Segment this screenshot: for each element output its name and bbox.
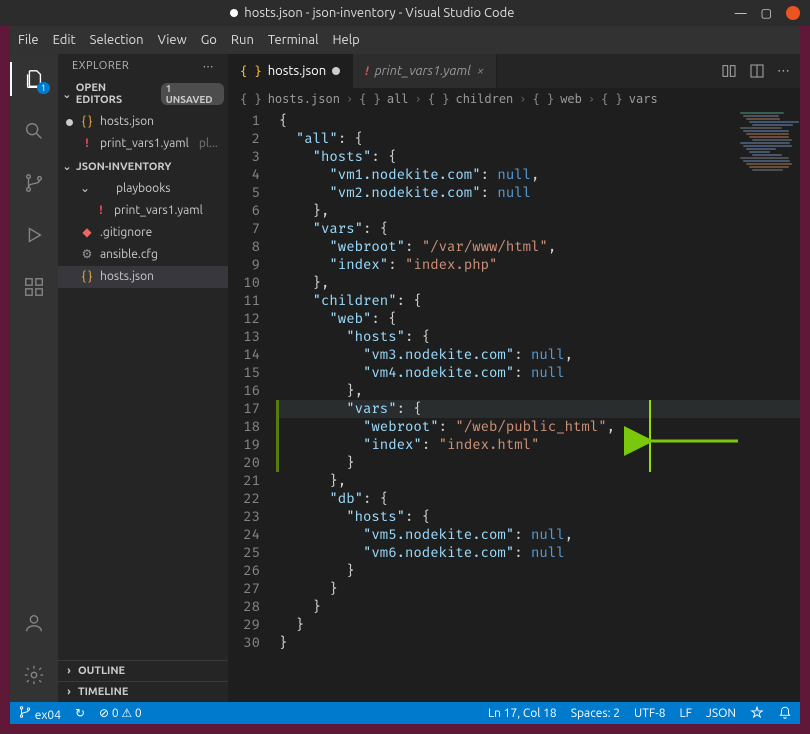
file-tree-item[interactable]: !print_vars1.yaml [58,200,228,222]
yaml-file-icon: ! [94,201,108,221]
minimap[interactable] [738,112,798,232]
yaml-file-icon: ! [365,65,368,78]
minimize-button[interactable]: — [735,7,747,20]
status-encoding[interactable]: UTF-8 [634,707,665,720]
sidebar-more-icon[interactable]: ⋯ [203,60,215,73]
close-icon[interactable]: × [477,64,484,78]
vscode-window: File Edit Selection View Go Run Terminal… [10,26,800,724]
breadcrumb-segment[interactable]: vars [629,92,658,106]
bell-icon[interactable] [778,706,792,720]
explorer-badge: 1 [37,82,50,94]
menu-file[interactable]: File [18,33,39,47]
compare-icon[interactable] [721,63,737,79]
play-bug-icon [23,224,45,246]
branch-icon [23,172,45,194]
maximize-button[interactable]: ▢ [761,6,772,20]
breadcrumb[interactable]: { }hosts.json›{ }all›{ }children›{ }web›… [228,88,800,110]
status-spaces[interactable]: Spaces: 2 [571,707,620,720]
chevron-down-icon: ⌄ [80,179,90,199]
activity-account[interactable] [10,606,58,640]
search-icon [23,120,45,142]
status-lncol[interactable]: Ln 17, Col 18 [488,707,557,720]
activity-bar: 1 [10,54,58,702]
object-icon: { } [601,92,623,106]
gear-icon [23,664,45,686]
file-tree-item[interactable]: { }hosts.json [58,266,228,288]
dirty-dot-icon [66,119,73,126]
breadcrumb-segment[interactable]: children [455,92,513,106]
menu-go[interactable]: Go [201,33,217,47]
timeline-section[interactable]: › TIMELINE [58,681,228,702]
outline-section[interactable]: › OUTLINE [58,660,228,681]
status-branch[interactable]: ex04 [18,705,61,722]
open-editor-item[interactable]: !print_vars1.yamlpl... [58,133,228,155]
annotation-arrow-icon [638,426,748,461]
open-editors-header[interactable]: ⌄ OPEN EDITORS 1 UNSAVED [58,79,228,109]
menu-run[interactable]: Run [231,33,254,47]
menu-view[interactable]: View [158,33,187,47]
user-icon [23,612,45,634]
breadcrumb-segment[interactable]: all [387,92,409,106]
activity-run-debug[interactable] [10,218,58,252]
chevron-down-icon: ⌄ [62,160,72,173]
json-file-icon: { } [240,64,262,78]
editor-group: { }hosts.json!print_vars1.yaml× ⋯ { }hos… [228,54,800,702]
feedback-icon[interactable] [750,706,764,720]
object-icon: { } [533,92,555,106]
menu-bar: File Edit Selection View Go Run Terminal… [10,26,800,54]
activity-extensions[interactable] [10,270,58,304]
chevron-right-icon: › [64,686,74,698]
activity-source-control[interactable] [10,166,58,200]
os-titlebar: hosts.json - json-inventory - Visual Stu… [0,0,810,26]
workspace-header[interactable]: ⌄ JSON-INVENTORY [58,157,228,176]
breadcrumb-segment[interactable]: web [560,92,582,106]
close-button[interactable] [786,6,800,20]
tab-bar: { }hosts.json!print_vars1.yaml× ⋯ [228,54,800,88]
status-bar: ex04 ↻ ⊘ 0 ⚠ 0 Ln 17, Col 18 Spaces: 2 U… [10,702,800,724]
chevron-down-icon: ⌄ [62,88,72,101]
git-file-icon: ◆ [80,223,94,243]
window-title: hosts.json - json-inventory - Visual Stu… [244,6,514,20]
editor-tab[interactable]: { }hosts.json [228,54,353,88]
dirty-dot-icon [332,67,340,75]
file-tree-item[interactable]: ◆.gitignore [58,222,228,244]
status-sync[interactable]: ↻ [75,706,85,720]
menu-terminal[interactable]: Terminal [268,33,319,47]
editor-tab[interactable]: !print_vars1.yaml× [353,54,497,88]
sidebar: EXPLORER ⋯ ⌄ OPEN EDITORS 1 UNSAVED { }h… [58,54,228,702]
activity-explorer[interactable]: 1 [10,62,58,96]
activity-settings[interactable] [10,658,58,692]
status-lang[interactable]: JSON [706,707,736,720]
status-problems[interactable]: ⊘ 0 ⚠ 0 [99,706,142,720]
object-icon: { } [240,92,262,106]
code-content[interactable]: { "all": { "hosts": { "vm1.nodekite.com"… [279,110,800,702]
sidebar-title: EXPLORER [72,60,129,73]
open-editors-tree: { }hosts.json!print_vars1.yamlpl... [58,109,228,157]
dirty-dot-icon [230,9,238,17]
workspace-tree: ⌄playbooks!print_vars1.yaml◆.gitignore⚙a… [58,176,228,290]
menu-edit[interactable]: Edit [53,33,76,47]
activity-search[interactable] [10,114,58,148]
more-icon[interactable]: ⋯ [777,64,790,79]
status-eol[interactable]: LF [680,707,692,720]
yaml-file-icon: ! [80,134,94,154]
file-tree-item[interactable]: ⌄playbooks [58,178,228,200]
json-file-icon: { } [80,267,94,287]
code-editor[interactable]: 1234567891011121314151617181920212223242… [228,110,800,702]
menu-help[interactable]: Help [332,33,359,47]
file-tree-item[interactable]: ⚙ansible.cfg [58,244,228,266]
object-icon: { } [428,92,450,106]
chevron-right-icon: › [64,665,74,677]
breadcrumb-segment[interactable]: hosts.json [268,92,340,106]
open-editor-item[interactable]: { }hosts.json [58,111,228,133]
json-file-icon: { } [80,112,94,132]
split-icon[interactable] [749,63,765,79]
object-icon: { } [359,92,381,106]
line-gutter: 1234567891011121314151617181920212223242… [228,110,276,702]
menu-selection[interactable]: Selection [90,33,144,47]
cfg-file-icon: ⚙ [80,245,94,265]
unsaved-badge: 1 UNSAVED [161,83,224,105]
extensions-icon [23,276,45,298]
